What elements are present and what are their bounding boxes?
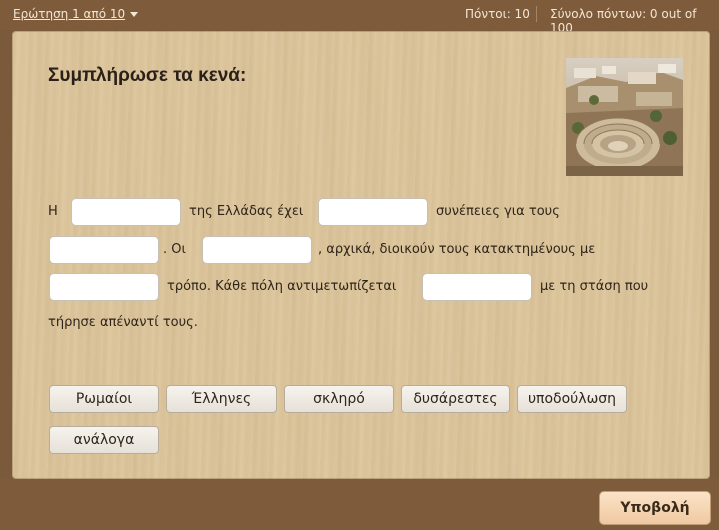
text-segment: Η	[48, 204, 58, 219]
text-segment: της Ελλάδας έχει	[189, 204, 304, 219]
top-bar: Ερώτηση 1 από 10 Πόντοι: 10 Σύνολο πόντω…	[0, 0, 719, 35]
question-navigation-dropdown[interactable]: Ερώτηση 1 από 10	[13, 7, 139, 21]
text-segment: τρόπο. Κάθε πόλη αντιμετωπίζεται	[167, 279, 397, 294]
submit-button[interactable]: Υποβολή	[599, 491, 711, 525]
choice-chip[interactable]: ανάλογα	[49, 426, 159, 454]
text-line-1: Η της Ελλάδας έχει συνέπειες για τους	[48, 197, 678, 227]
text-line-3: τρόπο. Κάθε πόλη αντιμετωπίζεται με τη σ…	[48, 272, 678, 302]
choice-chip[interactable]: Ρωμαίοι	[49, 385, 159, 413]
text-line-4: τήρησε απέναντί τους.	[48, 308, 678, 338]
choice-chip[interactable]: σκληρό	[284, 385, 394, 413]
caret-down-icon	[130, 12, 139, 17]
blank-input-6[interactable]	[422, 273, 532, 301]
choice-chip[interactable]: Έλληνες	[166, 385, 277, 413]
blank-input-3[interactable]	[49, 236, 159, 264]
fill-in-text: Η της Ελλάδας έχει συνέπειες για τους . …	[48, 197, 678, 347]
text-segment: , αρχικά, διοικούν τους κατακτημένους με	[318, 242, 596, 257]
text-segment: . Οι	[163, 242, 186, 257]
question-panel: Συμπλήρωσε τα κενά: Η της Ελλάδας έχει σ…	[12, 31, 710, 479]
blank-input-4[interactable]	[202, 236, 312, 264]
blank-input-5[interactable]	[49, 273, 159, 301]
choice-chip[interactable]: υποδούλωση	[517, 385, 627, 413]
question-image	[566, 58, 683, 176]
text-line-2: . Οι , αρχικά, διοικούν τους κατακτημένο…	[48, 235, 678, 265]
choice-chip[interactable]: δυσάρεστες	[401, 385, 510, 413]
blank-input-1[interactable]	[71, 198, 181, 226]
text-segment: συνέπειες για τους	[436, 204, 560, 219]
points-label: Πόντοι: 10	[465, 7, 530, 21]
topbar-divider	[536, 6, 537, 22]
question-navigation-label: Ερώτηση 1 από 10	[13, 7, 126, 21]
blank-input-2[interactable]	[318, 198, 428, 226]
question-title: Συμπλήρωσε τα κενά:	[48, 65, 247, 86]
text-segment: με τη στάση που	[540, 279, 649, 294]
text-segment: τήρησε απέναντί τους.	[48, 315, 198, 330]
